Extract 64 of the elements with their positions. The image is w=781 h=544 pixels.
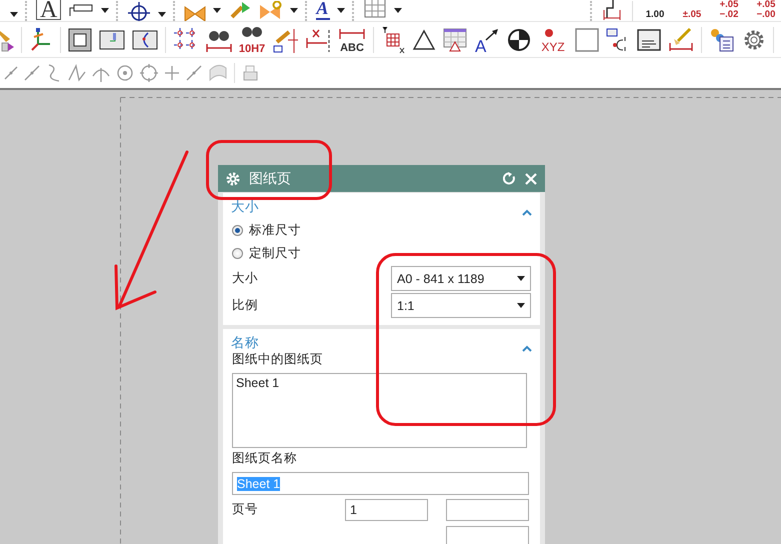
dropdown[interactable]: A0 - 841 x 1189	[391, 266, 531, 291]
square-icon[interactable]	[575, 28, 599, 52]
plus-icon[interactable]	[164, 64, 180, 80]
caret-icon[interactable]	[101, 8, 110, 13]
field-label: 比例	[232, 297, 258, 314]
curve-icon[interactable]	[46, 64, 62, 82]
caret-icon	[517, 276, 525, 281]
bowtie-icon[interactable]	[184, 5, 206, 21]
radio-label: 定制尺寸	[249, 245, 301, 262]
curve-box-icon[interactable]	[132, 30, 158, 50]
input-field[interactable]	[446, 498, 529, 520]
tolerance-style-icon[interactable]: +.05 −.00	[751, 0, 781, 21]
input-field[interactable]	[446, 526, 529, 544]
line-icon[interactable]	[24, 64, 40, 80]
tolerance-style-icon[interactable]: +.05 −.02	[714, 0, 744, 21]
axes-icon[interactable]	[29, 26, 53, 52]
grid-icon[interactable]	[363, 0, 388, 19]
settings-icon[interactable]	[742, 28, 766, 52]
note-icon[interactable]	[637, 28, 661, 50]
section-title[interactable]: 大小	[231, 198, 259, 216]
polyline-icon[interactable]	[68, 64, 86, 82]
leader-icon[interactable]	[68, 2, 94, 18]
field-label: 页号	[232, 501, 259, 518]
table-icon[interactable]	[381, 26, 405, 54]
crosshair-icon[interactable]	[127, 1, 152, 21]
dialog-title: 图纸页	[249, 170, 292, 188]
text-style-icon[interactable]: A	[36, 0, 62, 20]
triangle-icon[interactable]	[412, 28, 436, 50]
caret-icon[interactable]	[337, 8, 346, 13]
gears-list-icon[interactable]	[709, 26, 735, 52]
section-title[interactable]: 名称	[231, 334, 259, 352]
caret-icon[interactable]	[290, 8, 298, 13]
caret-icon	[517, 303, 525, 308]
table-triangle-icon[interactable]	[443, 28, 467, 52]
reset-icon[interactable]	[503, 172, 516, 185]
field-label: 大小	[232, 270, 258, 287]
tolerance-style-icon[interactable]: 1.00	[640, 0, 670, 21]
radio-label: 标准尺寸	[249, 222, 301, 239]
sheet-list[interactable]: Sheet 1	[232, 373, 527, 448]
caret-icon[interactable]	[158, 12, 166, 17]
radio-button[interactable]	[232, 225, 243, 236]
caret-icon[interactable]	[10, 12, 18, 17]
dimension-icon[interactable]	[305, 28, 331, 52]
caret-icon[interactable]	[213, 8, 222, 13]
radio-button[interactable]	[232, 248, 243, 259]
hatched-square-icon[interactable]	[68, 28, 92, 52]
tolerance-style-icon[interactable]: ±.05	[677, 0, 707, 21]
collapse-icon[interactable]	[522, 209, 532, 216]
list-item[interactable]: Sheet 1	[235, 376, 524, 390]
line-icon[interactable]	[186, 64, 202, 80]
line-icon[interactable]	[4, 66, 18, 80]
dropdown[interactable]: 1:1	[391, 293, 531, 318]
circle-point-icon[interactable]	[116, 64, 134, 82]
brush-dimension-icon[interactable]	[668, 26, 694, 52]
settings-icon	[226, 172, 240, 186]
caret-icon[interactable]	[394, 8, 402, 13]
circle-icon[interactable]	[140, 64, 158, 82]
view-box-icon[interactable]	[99, 30, 125, 50]
collapse-icon[interactable]	[522, 345, 532, 352]
field-label: 图纸页名称	[232, 450, 298, 467]
input-field[interactable]: 1	[345, 498, 428, 520]
close-icon[interactable]	[525, 172, 537, 184]
field-label: 图纸中的图纸页	[232, 355, 324, 368]
datum-target-icon[interactable]	[507, 28, 531, 52]
